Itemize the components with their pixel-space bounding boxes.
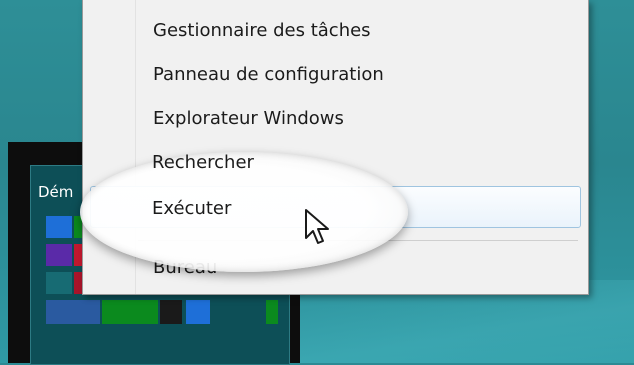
tile-dark (160, 300, 182, 324)
tile-wide-green (102, 300, 158, 324)
tile-wide-blue (46, 300, 100, 324)
menu-item-file-explorer[interactable]: Explorateur Windows (153, 108, 344, 129)
menu-item-search[interactable]: Rechercher (152, 152, 254, 173)
tile-teal (46, 272, 72, 294)
tile-green-small (266, 300, 278, 324)
menu-item-run[interactable]: Exécuter (152, 198, 231, 219)
start-screen-label: Dém (38, 183, 74, 201)
tile-purple (46, 244, 72, 266)
menu-item-control-panel[interactable]: Panneau de configuration (153, 64, 384, 85)
tile-blue (46, 216, 72, 238)
tile-blue-small (186, 300, 210, 324)
mouse-pointer-icon (305, 209, 329, 244)
menu-item-task-manager[interactable]: Gestionnaire des tâches (153, 20, 371, 41)
